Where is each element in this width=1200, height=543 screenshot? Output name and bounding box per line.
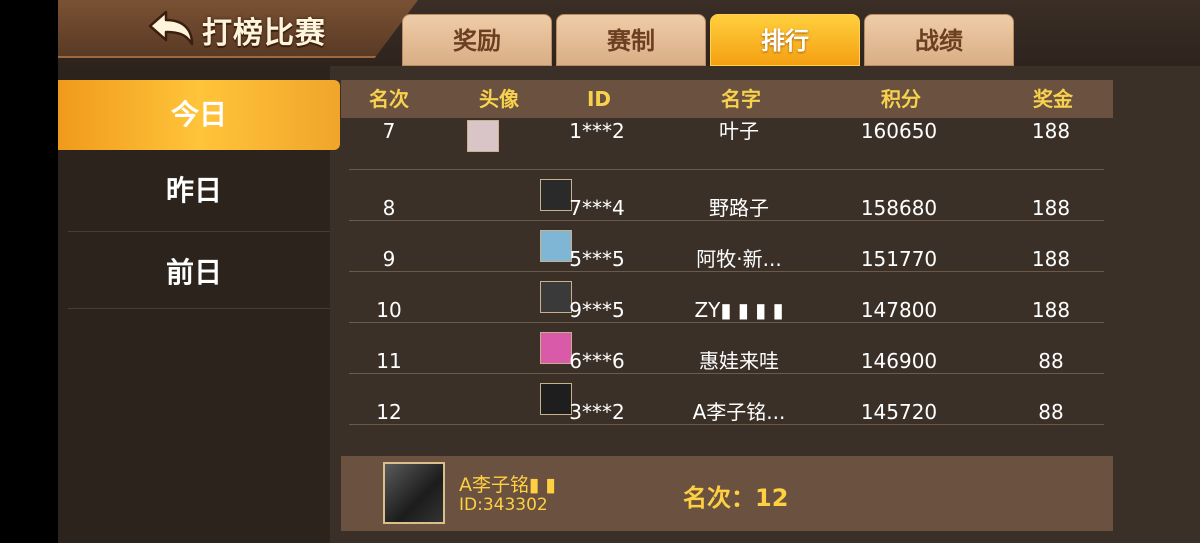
tab-record[interactable]: 战绩	[864, 14, 1014, 66]
id-cell: 1***2	[569, 119, 625, 143]
id-cell: 3***2	[569, 400, 625, 424]
name-cell: 惠娃来哇	[699, 349, 779, 373]
sidebar-divider	[68, 308, 330, 309]
tab-rules[interactable]: 赛制	[556, 14, 706, 66]
prize-cell: 188	[1031, 196, 1071, 220]
rank-cell: 8	[382, 196, 396, 220]
prize-cell: 188	[1031, 247, 1071, 271]
my-rank-panel: A李子铭▮ ▮ ID:343302 名次：12	[341, 456, 1113, 531]
page-title: 打榜比赛	[202, 16, 326, 51]
score-cell: 145720	[860, 400, 938, 424]
score-cell: 158680	[860, 196, 938, 220]
score-cell: 151770	[860, 247, 938, 271]
score-cell: 146900	[860, 349, 938, 373]
id-cell: 9***5	[569, 298, 625, 322]
name-cell: 叶子	[719, 119, 759, 143]
name-cell: 野路子	[709, 196, 769, 220]
prize-cell: 188	[1031, 119, 1071, 143]
prize-cell: 188	[1031, 298, 1071, 322]
rank-cell: 11	[376, 349, 402, 373]
sidebar-item-day-before[interactable]: 前日	[58, 238, 330, 308]
header: 打榜比赛 奖励 赛制 排行 战绩	[58, 0, 1200, 66]
column-avatar: 头像	[479, 87, 519, 111]
name-cell: A李子铭...	[692, 400, 786, 424]
my-id: ID:343302	[459, 495, 548, 515]
column-score: 积分	[881, 87, 921, 111]
column-rank: 名次	[369, 87, 409, 111]
column-id: ID	[586, 87, 612, 111]
table-row[interactable]: 12 3***2 A李子铭... 145720 88	[349, 373, 1104, 425]
rank-cell: 10	[376, 298, 402, 322]
tab-ranking[interactable]: 排行	[710, 14, 860, 66]
id-cell: 5***5	[569, 247, 625, 271]
tab-rewards[interactable]: 奖励	[402, 14, 552, 66]
table-row[interactable]: 9 5***5 阿牧·新... 151770 188	[349, 220, 1104, 272]
back-arrow-icon[interactable]	[146, 8, 198, 48]
table-row[interactable]: 11 6***6 惠娃来哇 146900 88	[349, 322, 1104, 374]
rank-cell: 7	[382, 119, 396, 143]
my-avatar[interactable]	[383, 462, 445, 524]
prize-cell: 88	[1038, 400, 1064, 424]
prize-cell: 88	[1038, 349, 1064, 373]
sidebar-item-today[interactable]: 今日	[58, 80, 340, 150]
avatar[interactable]	[467, 120, 499, 152]
rank-cell: 9	[382, 247, 396, 271]
rank-cell: 12	[376, 400, 402, 424]
id-cell: 6***6	[569, 349, 625, 373]
table-row[interactable]: 10 9***5 ZY▮ ▮ ▮ ▮ 147800 188	[349, 271, 1104, 323]
name-cell: 阿牧·新...	[696, 247, 782, 271]
column-prize: 奖金	[1033, 87, 1073, 111]
name-cell: ZY▮ ▮ ▮ ▮	[694, 298, 784, 322]
score-cell: 160650	[860, 119, 938, 143]
my-rank: 名次：12	[683, 484, 789, 512]
table-row[interactable]: 7 1***2 叶子 160650 188	[349, 118, 1104, 170]
id-cell: 7***4	[569, 196, 625, 220]
score-cell: 147800	[860, 298, 938, 322]
app-window: 打榜比赛 奖励 赛制 排行 战绩 今日 昨日 前日 名次 头像 ID 名字 积分…	[58, 0, 1200, 543]
my-name: A李子铭▮ ▮	[459, 474, 556, 496]
column-name: 名字	[721, 87, 761, 111]
sidebar-divider	[68, 231, 330, 232]
table-header: 名次 头像 ID 名字 积分 奖金	[341, 80, 1113, 118]
sidebar: 今日 昨日 前日	[58, 66, 340, 543]
sidebar-item-yesterday[interactable]: 昨日	[58, 156, 330, 226]
table-row[interactable]: 8 7***4 野路子 158680 188	[349, 169, 1104, 221]
